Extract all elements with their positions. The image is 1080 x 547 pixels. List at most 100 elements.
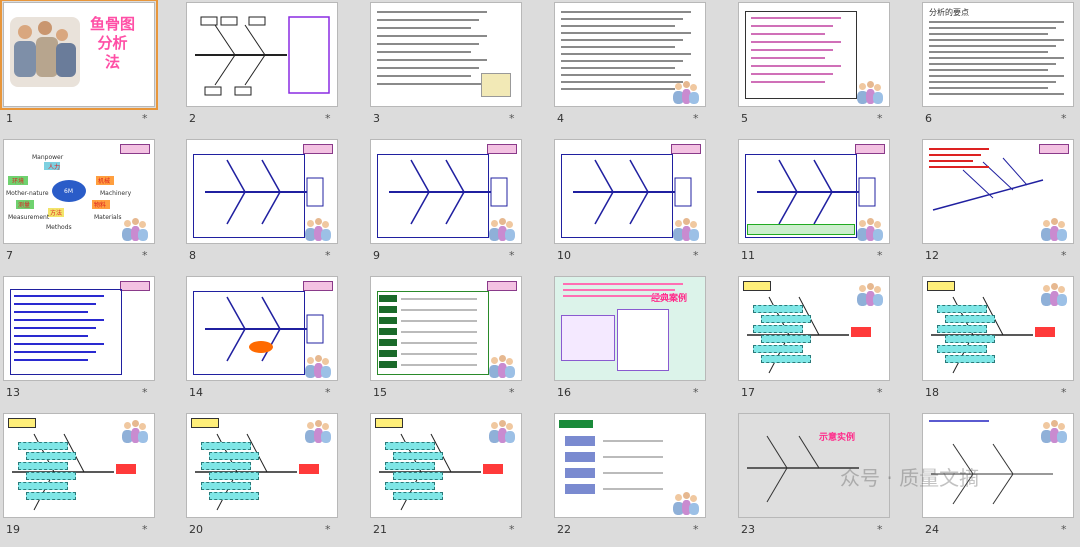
slide-thumbnail-20[interactable]: 20 *	[183, 411, 363, 547]
slide-thumbnail-17[interactable]: 17 *	[735, 274, 915, 410]
6m-label: 环境	[12, 178, 25, 185]
watermark: 众号 · 质量文摘	[840, 466, 980, 490]
animation-star-icon[interactable]: *	[693, 249, 699, 262]
slide-thumbnail-13[interactable]: 13 *	[0, 274, 180, 410]
6m-label: Mother-nature	[6, 190, 49, 197]
people-clipart	[305, 420, 331, 444]
slide-thumbnail-4[interactable]: 4 *	[551, 0, 731, 136]
slide-number: 6	[925, 112, 932, 125]
slide-preview[interactable]	[922, 276, 1074, 381]
slide-number: 23	[741, 523, 755, 536]
slide-number: 17	[741, 386, 755, 399]
slide-preview[interactable]	[3, 276, 155, 381]
slide-thumbnail-9[interactable]: 9 *	[367, 137, 547, 273]
slide-preview[interactable]	[922, 139, 1074, 244]
slide-number: 5	[741, 112, 748, 125]
slide-thumbnail-21[interactable]: 21 *	[367, 411, 547, 547]
slide-thumbnail-14[interactable]: 14 *	[183, 274, 363, 410]
slide-thumbnail-18[interactable]: 18 *	[919, 274, 1080, 410]
slide-number: 9	[373, 249, 380, 262]
animation-star-icon[interactable]: *	[509, 112, 515, 125]
animation-star-icon[interactable]: *	[1061, 112, 1067, 125]
people-clipart	[673, 81, 699, 105]
slide-preview[interactable]	[186, 139, 338, 244]
slide-thumbnail-19[interactable]: 19 *	[0, 411, 180, 547]
animation-star-icon[interactable]: *	[325, 386, 331, 399]
6m-label: Methods	[46, 224, 72, 231]
6m-label: Materials	[94, 214, 122, 221]
animation-star-icon[interactable]: *	[325, 249, 331, 262]
animation-star-icon[interactable]: *	[325, 112, 331, 125]
slide-thumbnail-3[interactable]: 3 *	[367, 0, 547, 136]
slide-preview[interactable]	[186, 413, 338, 518]
animation-star-icon[interactable]: *	[142, 523, 148, 536]
slide-preview[interactable]	[3, 413, 155, 518]
slide-thumbnail-2[interactable]: 2 *	[183, 0, 363, 136]
slide-number: 11	[741, 249, 755, 262]
slide-preview[interactable]	[738, 276, 890, 381]
6m-label: 人力	[48, 164, 61, 171]
animation-star-icon[interactable]: *	[693, 523, 699, 536]
slide-number: 7	[6, 249, 13, 262]
slide-preview[interactable]	[370, 413, 522, 518]
slide-preview[interactable]: 经典案例	[554, 276, 706, 381]
slide-number: 4	[557, 112, 564, 125]
slide-thumbnail-10[interactable]: 10 *	[551, 137, 731, 273]
slide-preview[interactable]	[370, 139, 522, 244]
animation-star-icon[interactable]: *	[693, 112, 699, 125]
people-clipart	[122, 420, 148, 444]
slide-number: 2	[189, 112, 196, 125]
slide-preview[interactable]	[554, 2, 706, 107]
slide-preview[interactable]	[738, 2, 890, 107]
animation-star-icon[interactable]: *	[142, 112, 148, 125]
people-clipart	[1041, 283, 1067, 307]
animation-star-icon[interactable]: *	[509, 523, 515, 536]
slide-thumbnail-12[interactable]: 12 *	[919, 137, 1080, 273]
slide-number: 18	[925, 386, 939, 399]
people-clipart	[857, 81, 883, 105]
fishbone-diagram	[195, 16, 330, 96]
slide-thumbnail-16[interactable]: 经典案例 16 *	[551, 274, 731, 410]
animation-star-icon[interactable]: *	[325, 523, 331, 536]
slide-thumbnail-5[interactable]: 5 *	[735, 0, 915, 136]
slide-preview[interactable]	[738, 139, 890, 244]
slide-preview[interactable]: 分析的要点	[922, 2, 1074, 107]
animation-star-icon[interactable]: *	[1061, 386, 1067, 399]
slide-preview[interactable]	[186, 2, 338, 107]
people-clipart	[305, 218, 331, 242]
slide-preview[interactable]	[370, 276, 522, 381]
people-clipart	[489, 420, 515, 444]
6m-label: 机械	[98, 178, 111, 185]
6m-label: 6M	[64, 188, 73, 195]
animation-star-icon[interactable]: *	[1061, 523, 1067, 536]
slide-number: 20	[189, 523, 203, 536]
slide-thumbnail-1[interactable]: 鱼骨图 分析 法 1 *	[0, 0, 180, 136]
slide-preview[interactable]	[370, 2, 522, 107]
slide-thumbnail-22[interactable]: 22 *	[551, 411, 731, 547]
people-clipart	[857, 283, 883, 307]
animation-star-icon[interactable]: *	[509, 249, 515, 262]
animation-star-icon[interactable]: *	[877, 386, 883, 399]
slide-preview[interactable]	[554, 139, 706, 244]
slide-preview[interactable]	[554, 413, 706, 518]
animation-star-icon[interactable]: *	[877, 112, 883, 125]
animation-star-icon[interactable]: *	[1061, 249, 1067, 262]
animation-star-icon[interactable]: *	[877, 249, 883, 262]
animation-star-icon[interactable]: *	[142, 249, 148, 262]
slide-number: 10	[557, 249, 571, 262]
people-clipart	[489, 218, 515, 242]
slide-preview[interactable]: 鱼骨图 分析 法	[0, 0, 158, 110]
slide-preview[interactable]: Manpower 人力 环境 Mother-nature 6M 机械 Machinery 方法…	[3, 139, 155, 244]
slide-thumbnail-7[interactable]: Manpower 人力 环境 Mother-nature 6M 机械 Machinery 方法…	[0, 137, 180, 273]
animation-star-icon[interactable]: *	[509, 386, 515, 399]
slide-preview[interactable]	[186, 276, 338, 381]
slide-thumbnail-15[interactable]: 15 *	[367, 274, 547, 410]
slide-thumbnail-11[interactable]: 11 *	[735, 137, 915, 273]
animation-star-icon[interactable]: *	[877, 523, 883, 536]
animation-star-icon[interactable]: *	[142, 386, 148, 399]
slide-number: 19	[6, 523, 20, 536]
slide-thumbnail-8[interactable]: 8 *	[183, 137, 363, 273]
animation-star-icon[interactable]: *	[693, 386, 699, 399]
slide-thumbnail-6[interactable]: 分析的要点 6 *	[919, 0, 1080, 136]
people-clipart	[489, 355, 515, 379]
